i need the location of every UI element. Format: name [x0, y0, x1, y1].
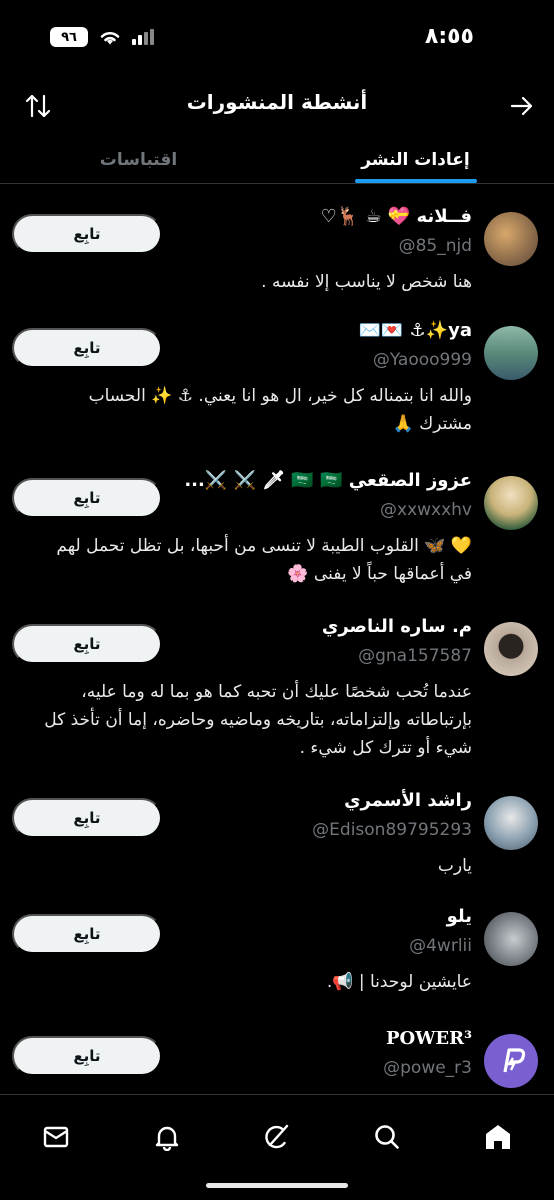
tab-reposts[interactable]: إعادات النشر [277, 136, 554, 183]
follow-button[interactable]: تابِع [12, 1036, 162, 1076]
nav-home[interactable] [482, 1121, 514, 1153]
user-name: فــلانه 💝 ☕ 🦌♡ [320, 206, 472, 227]
avatar[interactable] [484, 912, 538, 966]
user-name: م. ساره الناصري [321, 616, 472, 637]
arrow-right-icon [510, 96, 533, 116]
page-title: أنشطة المنشورات [186, 90, 368, 114]
avatar[interactable] [484, 1034, 538, 1088]
header: أنشطة المنشورات [0, 74, 554, 136]
mail-icon [43, 1126, 69, 1148]
user-handle: @Yaooo999 [372, 350, 472, 370]
user-handle: @85_njd [398, 236, 472, 256]
user-handle: @Edison89795293 [312, 820, 472, 840]
user-name: ya✨⚓ 💌✉️ [358, 320, 472, 341]
nav-search[interactable] [371, 1121, 403, 1153]
user-bio: والله انا بتمناله كل خير، ال هو انا يعني… [88, 386, 472, 434]
avatar[interactable] [484, 796, 538, 850]
user-bio: هنا شخص لا يناسب إلا نفسه . [261, 272, 472, 292]
battery-icon: ٩٦ [50, 27, 88, 47]
signal-icon [132, 29, 154, 45]
bottom-nav [0, 1094, 554, 1200]
active-tab-indicator [354, 179, 477, 183]
status-bar: ٨:٥٥ ٩٦ [0, 0, 554, 74]
user-list: فــلانه 💝 ☕ 🦌♡ @85_njd هنا شخص لا يناسب … [0, 184, 554, 1094]
user-name: عزوز الصقعي 🇸🇦 🇸🇦 🗡 ⚔️ ⚔️... [184, 470, 472, 491]
home-indicator [206, 1183, 348, 1188]
nav-messages[interactable] [40, 1121, 72, 1153]
nav-grok[interactable] [261, 1121, 293, 1153]
tab-quotes-label: اقتباسات [99, 149, 178, 170]
avatar[interactable] [484, 326, 538, 380]
tab-quotes[interactable]: اقتباسات [0, 136, 277, 183]
user-name: يلو [446, 906, 472, 927]
nav-notifications[interactable] [151, 1121, 183, 1153]
search-icon [375, 1125, 399, 1149]
follow-button[interactable]: تابِع [12, 914, 162, 954]
user-name: راشد الأسمري [344, 790, 472, 811]
back-button[interactable] [506, 90, 538, 122]
user-bio: 💛 🦋 القلوب الطيبة لا تنسى من أحبها، بل ت… [56, 536, 472, 584]
tab-bar: إعادات النشر اقتباسات [0, 136, 554, 184]
user-handle: @gna157587 [358, 646, 472, 666]
follow-button[interactable]: تابِع [12, 624, 162, 664]
user-handle: @xxwxxhv [380, 500, 472, 520]
tab-reposts-label: إعادات النشر [361, 149, 470, 170]
follow-button[interactable]: تابِع [12, 214, 162, 254]
status-icons: ٩٦ [50, 27, 154, 47]
follow-button[interactable]: تابِع [12, 478, 162, 518]
avatar[interactable] [484, 212, 538, 266]
home-icon [486, 1125, 510, 1149]
user-bio: عايشين لوحدنا | 📢. [326, 972, 472, 992]
grok-icon [265, 1124, 289, 1149]
user-handle: @powe_r3 [383, 1058, 472, 1078]
user-bio: عندما تُحب شخصًا عليك أن تحبه كما هو بما… [44, 682, 472, 758]
bell-icon [155, 1126, 179, 1151]
wifi-icon [98, 28, 122, 46]
user-name: POWER³ [386, 1028, 472, 1049]
user-handle: @4wrlii [409, 936, 472, 956]
avatar[interactable] [484, 622, 538, 676]
status-time: ٨:٥٥ [424, 24, 474, 49]
follow-button[interactable]: تابِع [12, 328, 162, 368]
power-logo-icon [503, 1048, 526, 1073]
avatar[interactable] [484, 476, 538, 530]
user-bio: يارب [437, 856, 472, 876]
follow-button[interactable]: تابِع [12, 798, 162, 838]
